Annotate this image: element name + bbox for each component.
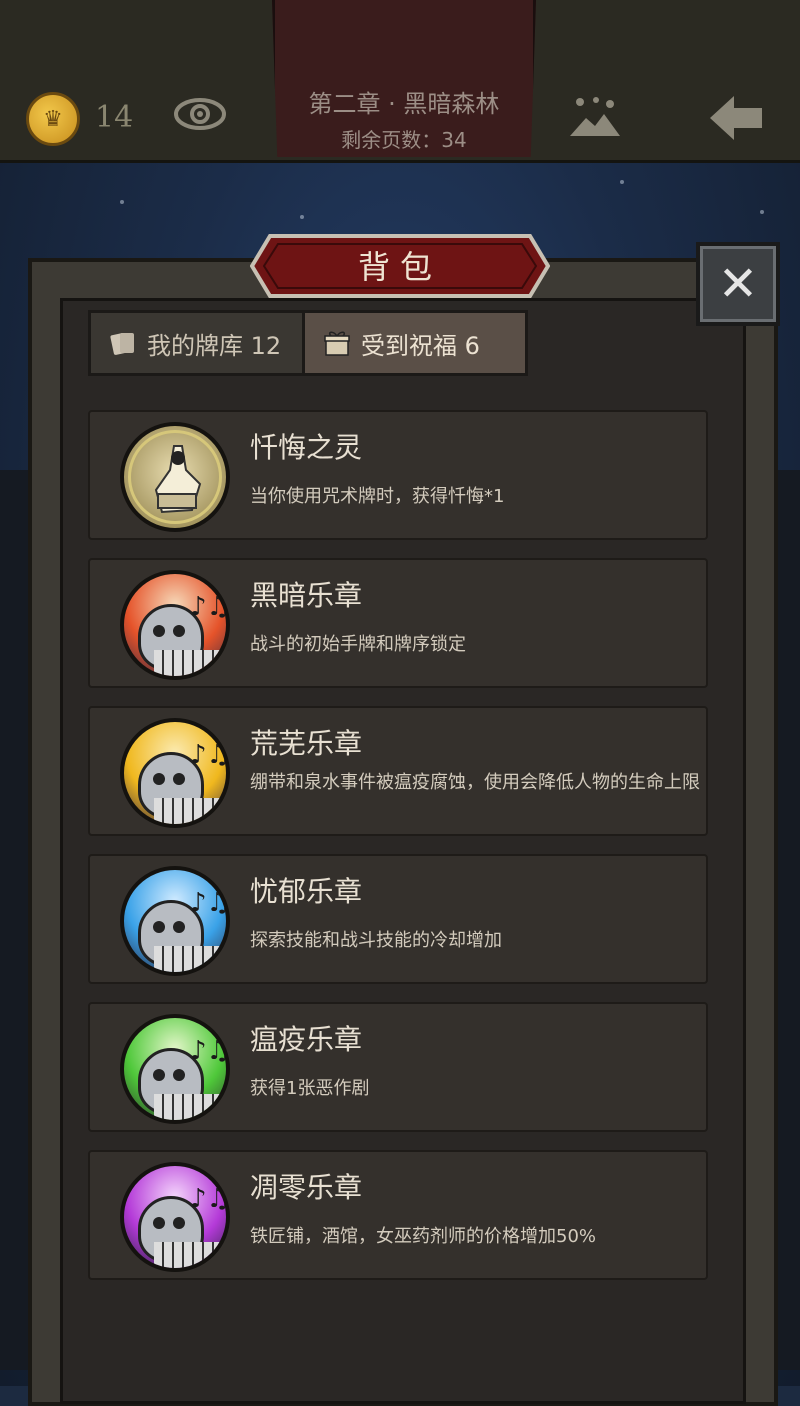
piano-keys-icon (154, 946, 224, 972)
close-button[interactable]: ✕ (696, 242, 780, 326)
spirit-portrait-icon (120, 422, 230, 532)
close-icon: ✕ (717, 256, 759, 312)
blessing-desc: 当你使用咒术牌时，获得忏悔*1 (250, 486, 505, 507)
tab-my-deck[interactable]: 我的牌库 12 (88, 310, 312, 376)
panel-title: 背包 (357, 248, 442, 286)
tab-blessings[interactable]: 受到祝福 6 (302, 310, 528, 376)
campfire-icon[interactable] (566, 92, 624, 140)
blessing-name: 荒芜乐章 (250, 727, 363, 760)
coin-icon: ♛ (26, 92, 80, 146)
top-bar: ♛ 14 第二章 · 黑暗森林 剩余页数：34 (0, 0, 800, 163)
blessing-name: 瘟疫乐章 (250, 1023, 363, 1056)
blessing-desc: 战斗的初始手牌和牌序锁定 (250, 634, 466, 655)
blessing-name: 黑暗乐章 (250, 579, 363, 612)
list-item[interactable]: ♪♫ 瘟疫乐章 获得1张恶作剧 (88, 1002, 708, 1132)
list-item[interactable]: ♪♫ 黑暗乐章 战斗的初始手牌和牌序锁定 (88, 558, 708, 688)
blessing-desc: 铁匠铺，酒馆，女巫药剂师的价格增加50% (250, 1226, 597, 1247)
chapter-banner: 第二章 · 黑暗森林 剩余页数：34 (272, 0, 536, 157)
tab-blessings-label: 受到祝福 6 (361, 331, 480, 360)
blessing-name: 忏悔之灵 (250, 431, 363, 464)
eye-icon[interactable] (174, 96, 226, 132)
blessing-name: 凋零乐章 (250, 1171, 363, 1204)
ghost-figure-icon (154, 445, 202, 514)
piano-keys-icon (154, 798, 224, 824)
list-item[interactable]: ♪♫ 忧郁乐章 探索技能和战斗技能的冷却增加 (88, 854, 708, 984)
music-notes-icon: ♪♫ (190, 888, 230, 918)
skull-music-icon: ♪♫ (120, 1014, 230, 1124)
list-item[interactable]: 忏悔之灵 当你使用咒术牌时，获得忏悔*1 (88, 410, 708, 540)
music-notes-icon: ♪♫ (190, 1184, 230, 1214)
cards-icon (110, 333, 134, 355)
skull-music-icon: ♪♫ (120, 1162, 230, 1272)
chapter-title: 第二章 · 黑暗森林 (308, 90, 500, 118)
music-notes-icon: ♪♫ (190, 1036, 230, 1066)
back-arrow-icon[interactable] (704, 92, 766, 144)
piano-keys-icon (154, 650, 224, 676)
pages-remaining: 剩余页数：34 (341, 128, 467, 152)
piano-keys-icon (154, 1242, 224, 1268)
coin-count: 14 (95, 100, 134, 135)
tab-my-deck-label: 我的牌库 12 (147, 331, 282, 360)
blessing-desc: 绷带和泉水事件被瘟疫腐蚀，使用会降低人物的生命上限 (250, 772, 700, 793)
music-notes-icon: ♪♫ (190, 592, 230, 622)
piano-keys-icon (154, 1094, 224, 1120)
gift-icon (324, 331, 350, 356)
list-item[interactable]: ♪♫ 凋零乐章 铁匠铺，酒馆，女巫药剂师的价格增加50% (88, 1150, 708, 1280)
blessing-desc: 获得1张恶作剧 (250, 1078, 370, 1099)
music-notes-icon: ♪♫ (190, 740, 230, 770)
skull-music-icon: ♪♫ (120, 570, 230, 680)
skull-music-icon: ♪♫ (120, 718, 230, 828)
blessing-name: 忧郁乐章 (250, 875, 363, 908)
skull-music-icon: ♪♫ (120, 866, 230, 976)
blessing-desc: 探索技能和战斗技能的冷却增加 (250, 930, 502, 951)
list-item[interactable]: ♪♫ 荒芜乐章 绷带和泉水事件被瘟疫腐蚀，使用会降低人物的生命上限 (88, 706, 708, 836)
